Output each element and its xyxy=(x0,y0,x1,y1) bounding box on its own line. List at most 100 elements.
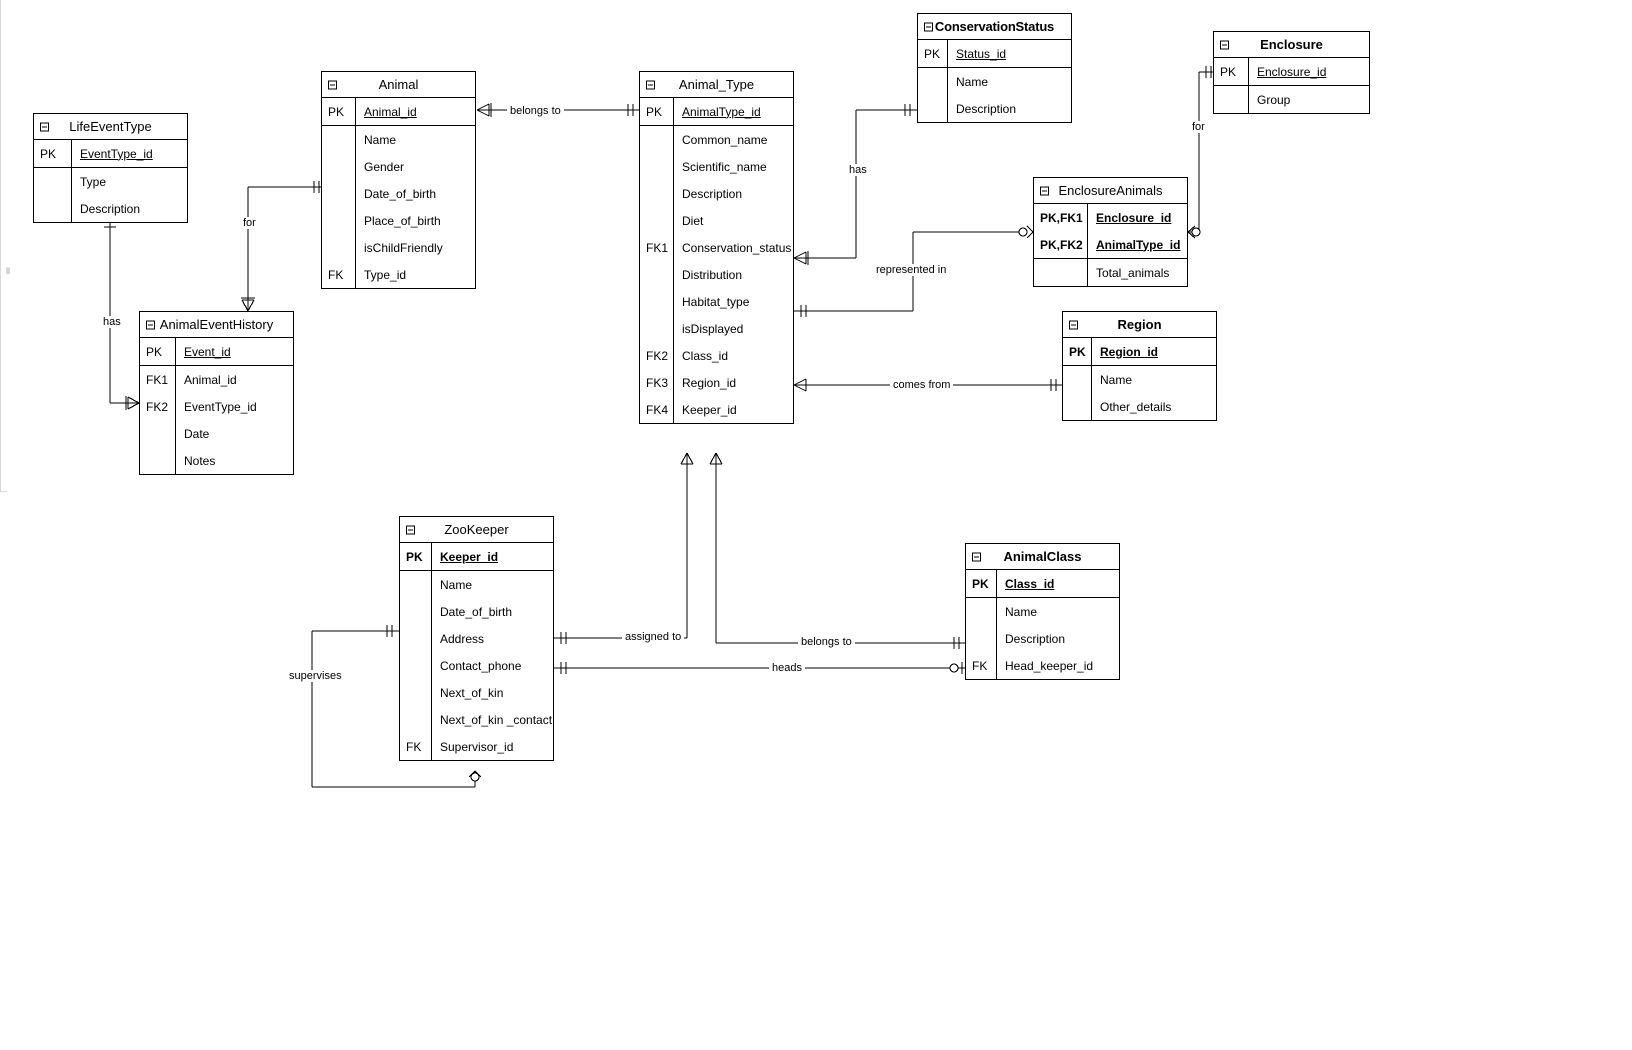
relationship-label-zookeeper-assigned-to-animaltype[interactable]: assigned to xyxy=(622,631,685,643)
attribute-name-label: Enclosure_id xyxy=(1257,64,1327,79)
attribute-row[interactable]: PK Event_id xyxy=(140,338,293,365)
attribute-row[interactable]: Date_of_birth xyxy=(400,598,553,625)
attribute-row[interactable]: PK,FK2 AnimalType_id xyxy=(1034,231,1187,258)
attribute-name-label: Total_animals xyxy=(1096,265,1170,280)
entity-region[interactable]: Region PK Region_id Name Other_details xyxy=(1062,311,1217,421)
relationship-label-animaltype-comes-from-region[interactable]: comes from xyxy=(890,379,954,391)
collapse-icon[interactable] xyxy=(924,22,933,31)
attribute-row[interactable]: FK1 Conservation_status xyxy=(640,234,793,261)
attribute-row[interactable]: Date_of_birth xyxy=(322,180,475,207)
attribute-row[interactable]: Scientific_name xyxy=(640,153,793,180)
attribute-row[interactable]: isDisplayed xyxy=(640,315,793,342)
attribute-row[interactable]: FK Type_id xyxy=(322,261,475,288)
entity-animaleventhistory[interactable]: AnimalEventHistory PK Event_id FK1 Animal_id… xyxy=(139,311,294,475)
entity-title-enclosure: Enclosure xyxy=(1214,32,1369,58)
attribute-row[interactable]: Place_of_birth xyxy=(322,207,475,234)
non-key-attribute-group: FK1 Animal_id FK2 EventType_id Date Notes xyxy=(140,366,293,474)
attribute-row[interactable]: PK EventType_id xyxy=(34,140,187,167)
collapse-icon[interactable] xyxy=(146,320,155,329)
entity-enclosureanimals[interactable]: EnclosureAnimals PK,FK1 Enclosure_id PK,FK2… xyxy=(1033,177,1188,287)
attribute-row[interactable]: isChildFriendly xyxy=(322,234,475,261)
relationship-label-lifeeventtype-has-animaleventhistory[interactable]: has xyxy=(100,316,124,328)
entity-attribute-rows: PK Status_id Name Description xyxy=(918,40,1071,122)
attribute-row[interactable]: PK Region_id xyxy=(1063,338,1216,365)
attribute-row[interactable]: PK Keeper_id xyxy=(400,543,553,570)
collapse-icon[interactable] xyxy=(1220,40,1229,49)
attribute-row[interactable]: Gender xyxy=(322,153,475,180)
entity-zookeeper[interactable]: ZooKeeper PK Keeper_id Name Date_of_birth Add… xyxy=(399,516,554,761)
attribute-row[interactable]: Distribution xyxy=(640,261,793,288)
entity-animal_type[interactable]: Animal_Type PK AnimalType_id Common_name Sci… xyxy=(639,71,794,424)
attribute-row[interactable]: PK Class_id xyxy=(966,570,1119,597)
attribute-row[interactable]: Common_name xyxy=(640,126,793,153)
collapse-icon[interactable] xyxy=(40,122,49,131)
attribute-row[interactable]: Notes xyxy=(140,447,293,474)
relationship-label-animaltype-represented-in-enclosureanimals[interactable]: represented in xyxy=(873,264,950,276)
attribute-row[interactable]: PK AnimalType_id xyxy=(640,98,793,125)
collapse-icon[interactable] xyxy=(646,80,655,89)
attribute-name-label: Name xyxy=(440,577,473,592)
attribute-row[interactable]: Total_animals xyxy=(1034,259,1187,286)
attribute-row[interactable]: Description xyxy=(640,180,793,207)
attribute-name-label: Diet xyxy=(682,213,704,228)
attribute-row[interactable]: FK2 EventType_id xyxy=(140,393,293,420)
relationship-label-animal-for-animaleventhistory[interactable]: for xyxy=(240,217,259,229)
collapse-icon[interactable] xyxy=(328,80,337,89)
entity-enclosure[interactable]: Enclosure PK Enclosure_id Group xyxy=(1213,31,1370,114)
attribute-name-label: Place_of_birth xyxy=(364,213,441,228)
attribute-row[interactable]: FK Supervisor_id xyxy=(400,733,553,760)
attribute-row[interactable]: Name xyxy=(1063,366,1216,393)
attribute-row[interactable]: Diet xyxy=(640,207,793,234)
attribute-row[interactable]: Name xyxy=(918,68,1071,95)
attribute-row[interactable]: PK Status_id xyxy=(918,40,1071,67)
attribute-row[interactable]: Name xyxy=(400,571,553,598)
entity-name-label: AnimalClass xyxy=(1003,549,1082,564)
attribute-row[interactable]: PK Enclosure_id xyxy=(1214,58,1369,85)
attribute-row[interactable]: FK3 Region_id xyxy=(640,369,793,396)
relationship-label-enclosure-for-enclosureanimals[interactable]: for xyxy=(1189,121,1208,133)
attribute-key-label xyxy=(640,207,674,234)
attribute-row[interactable]: Address xyxy=(400,625,553,652)
attribute-key-label: PK xyxy=(1214,58,1249,85)
attribute-row[interactable]: FK4 Keeper_id xyxy=(640,396,793,423)
attribute-name-label: Next_of_kin xyxy=(440,685,504,700)
entity-animalclass[interactable]: AnimalClass PK Class_id Name Description FK He… xyxy=(965,543,1120,680)
attribute-key-label xyxy=(640,315,674,342)
attribute-row[interactable]: FK2 Class_id xyxy=(640,342,793,369)
attribute-row[interactable]: Contact_phone xyxy=(400,652,553,679)
entity-animal[interactable]: Animal PK Animal_id Name Gender Date_of_birth… xyxy=(321,71,476,289)
collapse-icon[interactable] xyxy=(972,552,981,561)
attribute-row[interactable]: Description xyxy=(918,95,1071,122)
attribute-name-label: Description xyxy=(1005,631,1066,646)
attribute-row[interactable]: Group xyxy=(1214,86,1369,113)
relationship-label-conservationstatus-has-animaltype[interactable]: has xyxy=(846,164,870,176)
entity-conservationstatus[interactable]: ConservationStatus PK Status_id Name Descrip… xyxy=(917,13,1072,123)
attribute-row[interactable]: FK1 Animal_id xyxy=(140,366,293,393)
collapse-icon[interactable] xyxy=(1069,320,1078,329)
attribute-row[interactable]: Habitat_type xyxy=(640,288,793,315)
attribute-row[interactable]: Name xyxy=(322,126,475,153)
relationship-label-animal-belongs-to-animaltype[interactable]: belongs to xyxy=(507,105,564,117)
relationship-label-zookeeper-heads-animalclass[interactable]: heads xyxy=(769,662,805,674)
collapse-icon[interactable] xyxy=(406,525,415,534)
attribute-row[interactable]: Name xyxy=(966,598,1119,625)
attribute-row[interactable]: Next_of_kin xyxy=(400,679,553,706)
attribute-key-label xyxy=(400,598,432,625)
attribute-row[interactable]: Date xyxy=(140,420,293,447)
attribute-row[interactable]: Next_of_kin _contact xyxy=(400,706,553,733)
attribute-row[interactable]: Description xyxy=(34,195,187,222)
non-key-attribute-group: Group xyxy=(1214,86,1369,113)
relationship-label-zookeeper-supervises-zookeeper[interactable]: supervises xyxy=(286,670,345,682)
collapse-icon[interactable] xyxy=(1040,186,1049,195)
attribute-name-label: Animal_id xyxy=(364,104,417,119)
attribute-row[interactable]: Type xyxy=(34,168,187,195)
attribute-row[interactable]: FK Head_keeper_id xyxy=(966,652,1119,679)
entity-lifeeventtype[interactable]: LifeEventType PK EventType_id Type Descripti… xyxy=(33,113,188,223)
entity-attribute-rows: PK Event_id FK1 Animal_id FK2 EventType_id Dat… xyxy=(140,338,293,474)
attribute-key-label: PK xyxy=(34,140,72,167)
relationship-label-animaltype-belongs-to-animalclass[interactable]: belongs to xyxy=(798,636,855,648)
attribute-row[interactable]: PK Animal_id xyxy=(322,98,475,125)
attribute-row[interactable]: Description xyxy=(966,625,1119,652)
attribute-row[interactable]: PK,FK1 Enclosure_id xyxy=(1034,204,1187,231)
attribute-row[interactable]: Other_details xyxy=(1063,393,1216,420)
